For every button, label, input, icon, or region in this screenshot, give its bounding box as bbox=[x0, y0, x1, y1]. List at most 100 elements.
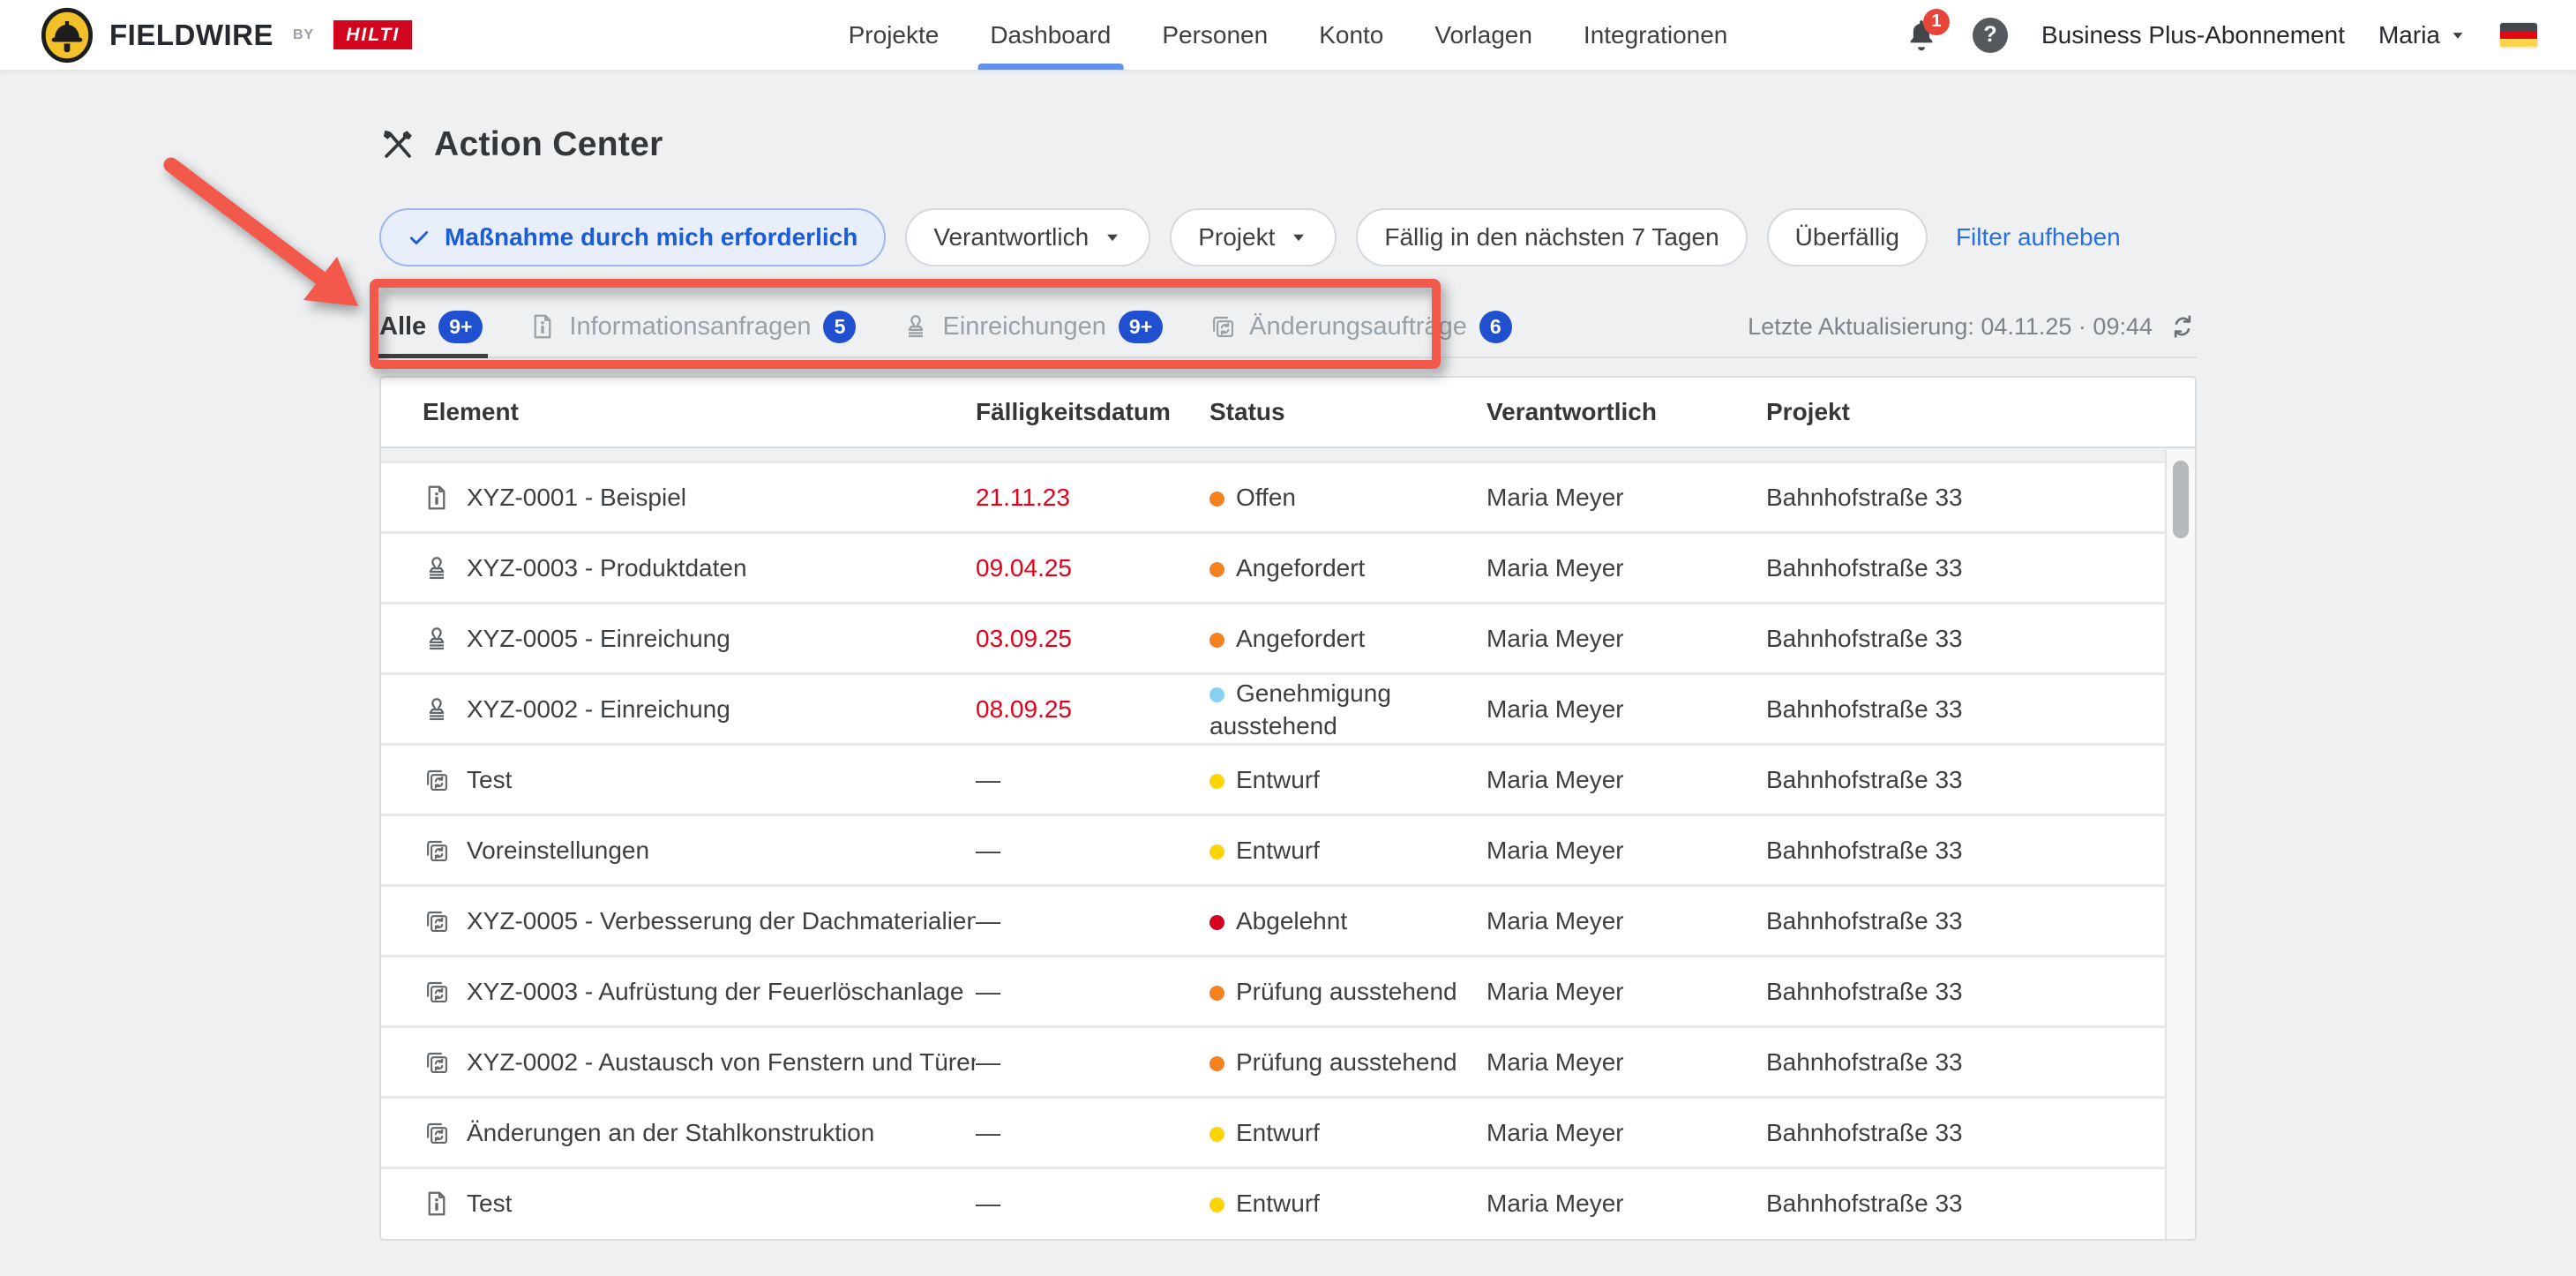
table-row[interactable]: Änderungen an der Stahlkonstruktion—Entw… bbox=[381, 1096, 2165, 1167]
filter-chip-faellig-7-tage[interactable]: Fällig in den nächsten 7 Tagen bbox=[1356, 208, 1747, 266]
tab-alle[interactable]: Alle 9+ bbox=[379, 296, 483, 357]
status-cell: Offen bbox=[1209, 481, 1486, 514]
status-dot bbox=[1209, 687, 1224, 702]
project-cell: Bahnhofstraße 33 bbox=[1766, 1190, 2165, 1218]
change-order-icon bbox=[423, 1119, 451, 1147]
stamp-icon bbox=[423, 695, 451, 724]
nav-item-projekte[interactable]: Projekte bbox=[849, 0, 940, 70]
brand[interactable]: FIELDWIRE BY HILTI bbox=[39, 7, 412, 64]
project-cell: Bahnhofstraße 33 bbox=[1766, 695, 2165, 724]
tab-count-badge: 9+ bbox=[1119, 311, 1163, 343]
tab-label: Einreichungen bbox=[942, 312, 1105, 342]
table-scrollbar[interactable] bbox=[2165, 450, 2195, 1239]
column-header-1: Fälligkeitsdatum bbox=[976, 398, 1209, 426]
due-date-cell: — bbox=[976, 978, 1209, 1006]
table-row[interactable]: XYZ-0001 - Beispiel21.11.23OffenMaria Me… bbox=[381, 461, 2165, 531]
tab-informationsanfragen[interactable]: Informationsanfragen5 bbox=[528, 296, 856, 357]
user-menu[interactable]: Maria bbox=[2378, 21, 2467, 49]
status-dot bbox=[1209, 986, 1224, 1001]
tab-einreichungen[interactable]: Einreichungen 9+ bbox=[902, 296, 1163, 357]
filter-chip-label: Verantwortlich bbox=[933, 223, 1089, 251]
table-row[interactable]: XYZ-0003 - Aufrüstung der Feuerlöschanla… bbox=[381, 955, 2165, 1025]
table-row[interactable]: XYZ-0005 - Einreichung03.09.25Angeforder… bbox=[381, 602, 2165, 672]
table-row[interactable]: Voreinstellungen—EntwurfMaria MeyerBahnh… bbox=[381, 814, 2165, 884]
status-dot bbox=[1209, 774, 1224, 789]
filter-chip-massnahme-erforderlich[interactable]: Maßnahme durch mich erforderlich bbox=[379, 208, 886, 266]
status-label: Abgelehnt bbox=[1236, 907, 1347, 934]
assignee-cell: Maria Meyer bbox=[1486, 554, 1766, 582]
help-button[interactable]: ? bbox=[1973, 18, 2008, 53]
project-cell: Bahnhofstraße 33 bbox=[1766, 1119, 2165, 1147]
column-header-3: Verantwortlich bbox=[1486, 398, 1766, 426]
table-row[interactable]: XYZ-0002 - Einreichung08.09.25Genehmigun… bbox=[381, 672, 2165, 743]
due-date-cell: 09.04.25 bbox=[976, 554, 1209, 582]
main-nav-tabs: Projekte Dashboard Personen Konto Vorlagen In… bbox=[849, 0, 1728, 70]
tab-label: Informationsanfragen bbox=[569, 312, 811, 342]
filter-chip-ueberfaellig[interactable]: Überfällig bbox=[1767, 208, 1928, 266]
change-order-icon bbox=[423, 978, 451, 1006]
filter-chip-projekt[interactable]: Projekt bbox=[1170, 208, 1337, 266]
element-name: Voreinstellungen bbox=[467, 837, 649, 865]
page-title-row: Action Center bbox=[379, 125, 2197, 164]
tab-count-badge: 6 bbox=[1479, 311, 1512, 343]
table-row[interactable]: Test—EntwurfMaria MeyerBahnhofstraße 33 bbox=[381, 743, 2165, 814]
element-cell: XYZ-0005 - Einreichung bbox=[423, 625, 976, 653]
element-cell: XYZ-0003 - Produktdaten bbox=[423, 554, 976, 582]
project-cell: Bahnhofstraße 33 bbox=[1766, 766, 2165, 794]
language-flag-germany[interactable] bbox=[2500, 23, 2537, 48]
table-scroll-gap bbox=[381, 448, 2195, 461]
status-dot bbox=[1209, 915, 1224, 930]
table-row[interactable]: XYZ-0003 - Produktdaten09.04.25Angeforde… bbox=[381, 531, 2165, 602]
nav-item-konto[interactable]: Konto bbox=[1319, 0, 1383, 70]
document-info-icon bbox=[423, 484, 451, 512]
element-cell: Test bbox=[423, 766, 976, 794]
status-cell: Entwurf bbox=[1209, 834, 1486, 867]
nav-item-personen[interactable]: Personen bbox=[1162, 0, 1268, 70]
nav-item-vorlagen[interactable]: Vorlagen bbox=[1434, 0, 1532, 70]
tab-count-badge: 9+ bbox=[438, 311, 483, 343]
project-cell: Bahnhofstraße 33 bbox=[1766, 625, 2165, 653]
status-cell: Entwurf bbox=[1209, 1116, 1486, 1149]
last-updated-text: Letzte Aktualisierung: 04.11.25 · 09:44 bbox=[1748, 313, 2153, 341]
due-date-cell: — bbox=[976, 1048, 1209, 1077]
clear-filters-link[interactable]: Filter aufheben bbox=[1956, 223, 2121, 251]
document-info-icon bbox=[423, 1190, 451, 1218]
assignee-cell: Maria Meyer bbox=[1486, 484, 1766, 512]
element-cell: XYZ-0002 - Austausch von Fenstern und Tü… bbox=[423, 1048, 976, 1077]
refresh-icon[interactable] bbox=[2168, 312, 2197, 341]
scrollbar-thumb[interactable] bbox=[2173, 461, 2189, 538]
project-cell: Bahnhofstraße 33 bbox=[1766, 837, 2165, 865]
element-name: Test bbox=[467, 766, 512, 794]
status-dot bbox=[1209, 844, 1224, 859]
change-order-icon bbox=[1209, 312, 1237, 341]
tab-label: Alle bbox=[379, 312, 426, 342]
action-items-table: ElementFälligkeitsdatumStatusVerantwortl… bbox=[379, 376, 2197, 1241]
tab-aenderungsauftraege[interactable]: Änderungsaufträge6 bbox=[1209, 296, 1512, 357]
hilti-logo: HILTI bbox=[333, 20, 412, 49]
due-date-cell: — bbox=[976, 766, 1209, 794]
table-row[interactable]: XYZ-0005 - Verbesserung der Dachmaterial… bbox=[381, 884, 2165, 955]
assignee-cell: Maria Meyer bbox=[1486, 695, 1766, 724]
nav-item-dashboard[interactable]: Dashboard bbox=[990, 0, 1111, 70]
filter-chip-label: Projekt bbox=[1198, 223, 1275, 251]
page-title: Action Center bbox=[434, 125, 663, 164]
notifications-button[interactable]: 1 bbox=[1904, 16, 1939, 55]
table-row[interactable]: Test—EntwurfMaria MeyerBahnhofstraße 33 bbox=[381, 1167, 2165, 1237]
annotation-arrow-head bbox=[303, 257, 358, 306]
tabs-row: Alle 9+ Informationsanfragen5 Einreichungen… bbox=[379, 296, 2197, 358]
status-label: Genehmigung ausstehend bbox=[1209, 679, 1391, 739]
status-dot bbox=[1209, 562, 1224, 577]
status-cell: Abgelehnt bbox=[1209, 904, 1486, 937]
action-center-content: Action Center Maßnahme durch mich erford… bbox=[379, 125, 2197, 1241]
nav-item-integrationen[interactable]: Integrationen bbox=[1584, 0, 1727, 70]
due-date-cell: 03.09.25 bbox=[976, 625, 1209, 653]
change-order-icon bbox=[423, 766, 451, 794]
filter-chip-verantwortlich[interactable]: Verantwortlich bbox=[905, 208, 1150, 266]
status-label: Entwurf bbox=[1236, 1190, 1320, 1217]
table-row[interactable]: XYZ-0002 - Austausch von Fenstern und Tü… bbox=[381, 1025, 2165, 1096]
status-dot bbox=[1209, 633, 1224, 648]
fieldwire-dashboard: { "nav": { "brand": { "name": "FIELDWIRE… bbox=[0, 0, 2576, 1276]
status-dot bbox=[1209, 1127, 1224, 1142]
status-label: Entwurf bbox=[1236, 766, 1320, 793]
caret-down-icon bbox=[1289, 228, 1308, 247]
